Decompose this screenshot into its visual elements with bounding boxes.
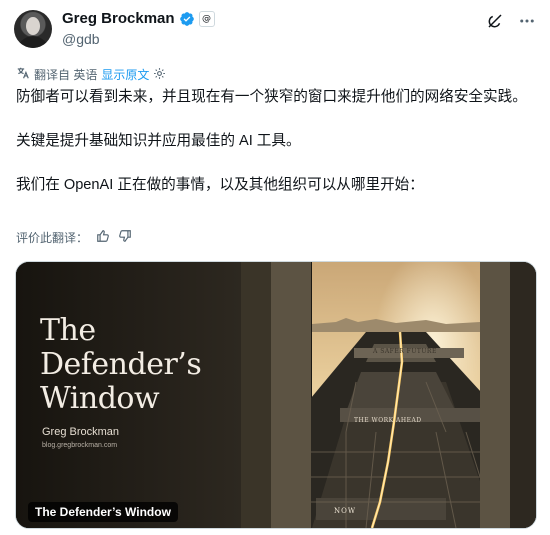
- grok-icon[interactable]: [486, 12, 504, 34]
- thumbs-up-icon[interactable]: [96, 229, 110, 246]
- user-handle[interactable]: @gdb: [62, 31, 100, 47]
- media-sign: NOW: [334, 507, 357, 515]
- gear-icon[interactable]: [153, 67, 166, 83]
- avatar[interactable]: [14, 10, 52, 48]
- rate-translation: 评价此翻译：: [16, 229, 132, 246]
- display-name[interactable]: Greg Brockman: [62, 10, 175, 27]
- show-original-link[interactable]: 显示原文: [101, 66, 149, 83]
- translate-icon: [16, 66, 30, 83]
- more-icon[interactable]: [518, 12, 536, 34]
- media-sign: THE WORK AHEAD: [354, 417, 422, 424]
- tweet-header: Greg Brockman @ @gdb: [14, 10, 536, 50]
- name-row: Greg Brockman @: [62, 10, 215, 27]
- media-sign: A SAFER FUTURE: [373, 348, 437, 355]
- tweet-paragraph: 关键是提升基础知识并应用最佳的 AI 工具。: [16, 133, 301, 149]
- media-image[interactable]: The Defender’s Window Greg Brockman blog…: [15, 261, 537, 529]
- media-title-line: Window: [40, 381, 160, 416]
- media-title-line: Defender’s: [40, 347, 202, 382]
- verified-badge-icon[interactable]: [179, 11, 195, 27]
- translation-notice: 翻译自 英语 显示原文: [16, 66, 166, 83]
- media-title-line: The: [40, 313, 96, 348]
- org-badge[interactable]: @: [198, 10, 215, 27]
- thumbs-down-icon[interactable]: [118, 229, 132, 246]
- media-blog-url: blog.gregbrockman.com: [42, 442, 118, 449]
- tweet-paragraph: 我们在 OpenAI 正在做的事情，以及其他组织可以从哪里开始：: [16, 177, 424, 193]
- media-caption: The Defender’s Window: [28, 502, 178, 522]
- translated-from-label: 翻译自 英语: [34, 68, 98, 82]
- media-title: The Defender’s Window: [40, 313, 202, 416]
- media-author: Greg Brockman: [42, 426, 120, 438]
- tweet-text: 防御者可以看到未来，并且现在有一个狭窄的窗口来提升他们的网络安全实践。 关键是提…: [16, 86, 538, 196]
- tweet-paragraph: 防御者可以看到未来，并且现在有一个狭窄的窗口来提升他们的网络安全实践。: [16, 89, 527, 105]
- rate-translation-label: 评价此翻译：: [16, 231, 89, 245]
